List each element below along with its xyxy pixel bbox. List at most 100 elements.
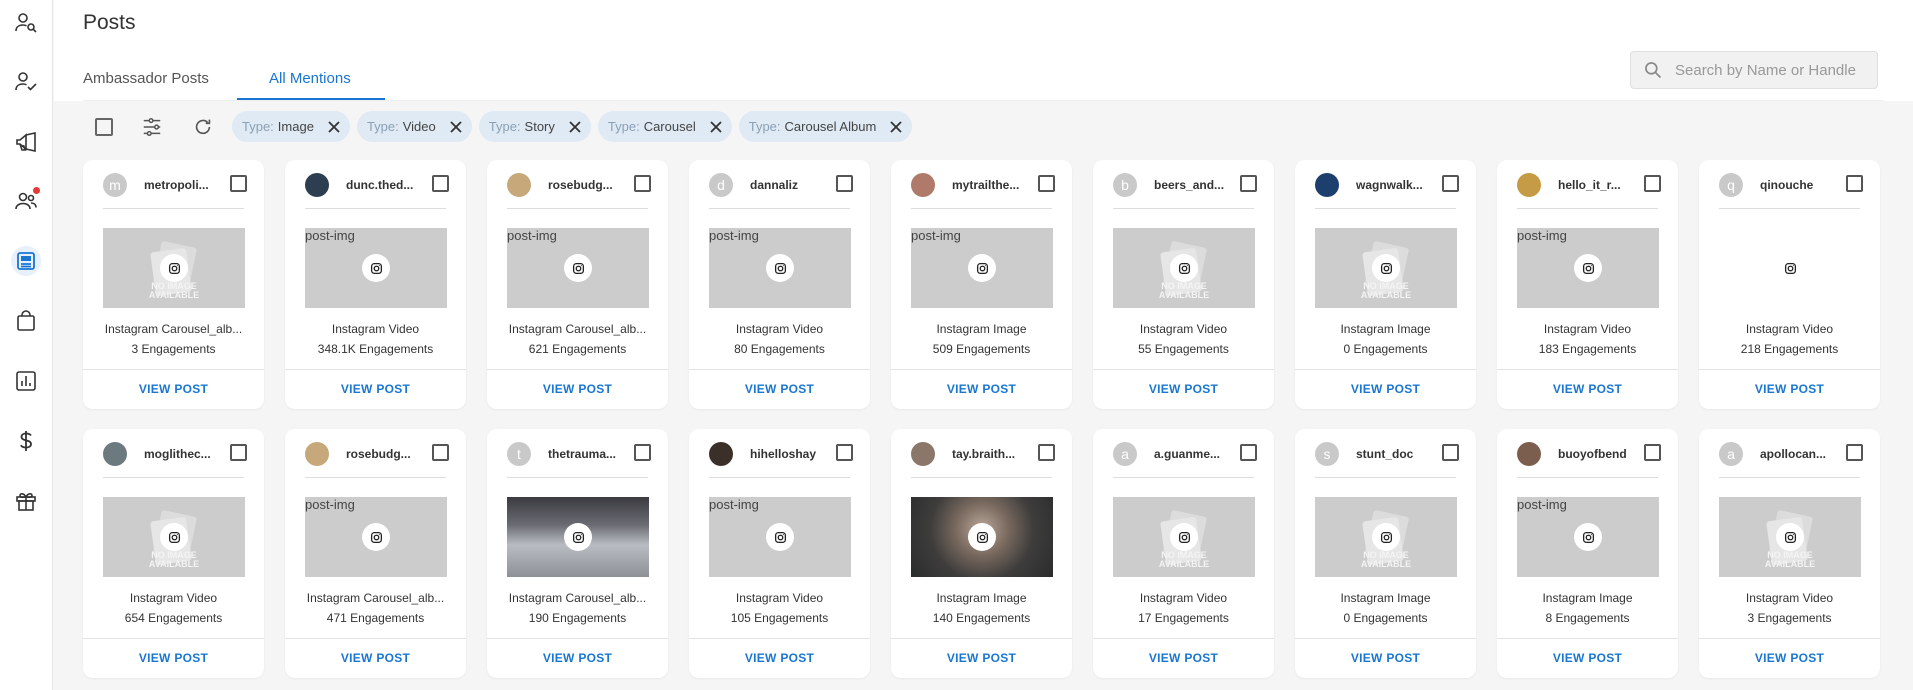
dollar-icon[interactable] — [11, 426, 41, 456]
person-check-icon[interactable] — [11, 67, 41, 97]
post-thumbnail[interactable]: NO IMAGE AVAILABLE — [1315, 228, 1457, 308]
instagram-icon — [1170, 523, 1198, 551]
post-select-checkbox[interactable] — [1442, 175, 1459, 192]
megaphone-icon[interactable] — [11, 127, 41, 157]
select-all-checkbox[interactable] — [95, 118, 113, 136]
bar-chart-icon[interactable] — [11, 366, 41, 396]
post-thumbnail[interactable]: post-img — [1517, 497, 1659, 577]
post-type: Instagram Video — [129, 591, 218, 605]
post-thumbnail[interactable]: NO IMAGE AVAILABLE — [1719, 497, 1861, 577]
post-select-checkbox[interactable] — [1846, 444, 1863, 461]
post-thumbnail[interactable]: NO IMAGE AVAILABLE — [103, 497, 245, 577]
view-post-button[interactable]: VIEW POST — [285, 382, 466, 396]
view-post-button[interactable]: VIEW POST — [1497, 382, 1678, 396]
gift-icon[interactable] — [11, 486, 41, 516]
view-post-button[interactable]: VIEW POST — [285, 651, 466, 665]
view-post-button[interactable]: VIEW POST — [1497, 651, 1678, 665]
post-select-checkbox[interactable] — [1240, 444, 1257, 461]
filter-chip-video[interactable]: Type: Video — [356, 111, 472, 142]
avatar: a — [1113, 441, 1137, 466]
post-select-checkbox[interactable] — [230, 175, 247, 192]
search-input[interactable] — [1675, 61, 1875, 79]
post-select-checkbox[interactable] — [1038, 175, 1055, 192]
card-footer-divider — [285, 638, 466, 639]
post-thumbnail[interactable]: post-img — [709, 228, 851, 308]
post-select-checkbox[interactable] — [836, 175, 853, 192]
post-thumbnail[interactable]: NO IMAGE AVAILABLE — [103, 228, 245, 308]
view-post-button[interactable]: VIEW POST — [487, 382, 668, 396]
post-card: mytrailthe... post-img Instagram Image 5… — [891, 160, 1072, 409]
view-post-button[interactable]: VIEW POST — [1093, 382, 1274, 396]
shopping-bag-icon[interactable] — [11, 306, 41, 336]
post-thumbnail[interactable]: post-img — [911, 228, 1053, 308]
filter-chip-carousel[interactable]: Type: Carousel — [597, 111, 732, 142]
broken-image-alt: post-img — [709, 228, 759, 243]
post-card: rosebudg... post-img Instagram Carousel_… — [285, 429, 466, 678]
close-icon[interactable] — [326, 119, 342, 135]
post-select-checkbox[interactable] — [1644, 175, 1661, 192]
post-thumbnail[interactable]: post-img — [507, 228, 649, 308]
post-thumbnail[interactable]: NO IMAGE AVAILABLE — [1113, 228, 1255, 308]
view-post-button[interactable]: VIEW POST — [1093, 651, 1274, 665]
card-footer-divider — [1497, 369, 1678, 370]
post-thumbnail[interactable] — [911, 497, 1053, 577]
post-type: Instagram Image — [936, 591, 1027, 605]
view-post-button[interactable]: VIEW POST — [1295, 651, 1476, 665]
chip-value: Carousel — [643, 119, 696, 134]
post-toolbar — [83, 110, 215, 144]
card-header: q qinouche — [1719, 172, 1863, 197]
post-thumbnail[interactable]: post-img — [709, 497, 851, 577]
close-icon[interactable] — [448, 119, 464, 135]
no-image-text: NO IMAGE AVAILABLE — [148, 281, 200, 300]
view-post-button[interactable]: VIEW POST — [689, 382, 870, 396]
post-card: a apollocan... NO IMAGE AVAILABLE Instagr… — [1699, 429, 1880, 678]
post-select-checkbox[interactable] — [1038, 444, 1055, 461]
avatar — [305, 172, 329, 197]
view-post-button[interactable]: VIEW POST — [1699, 382, 1880, 396]
card-header: a apollocan... — [1719, 441, 1863, 466]
card-footer-divider — [1699, 638, 1880, 639]
tab-all-mentions[interactable]: All Mentions — [269, 70, 351, 87]
post-select-checkbox[interactable] — [634, 175, 651, 192]
post-select-checkbox[interactable] — [432, 175, 449, 192]
filter-chip-carousel-album[interactable]: Type: Carousel Album — [738, 111, 913, 142]
view-post-button[interactable]: VIEW POST — [1295, 382, 1476, 396]
post-thumbnail[interactable] — [1719, 228, 1861, 308]
post-select-checkbox[interactable] — [1240, 175, 1257, 192]
post-thumbnail[interactable]: post-img — [305, 497, 447, 577]
post-thumbnail[interactable]: post-img — [305, 228, 447, 308]
view-post-button[interactable]: VIEW POST — [1699, 651, 1880, 665]
view-post-button[interactable]: VIEW POST — [83, 651, 264, 665]
view-post-button[interactable]: VIEW POST — [689, 651, 870, 665]
post-select-checkbox[interactable] — [1846, 175, 1863, 192]
person-search-icon[interactable] — [11, 8, 41, 38]
instagram-icon — [766, 523, 794, 551]
view-post-button[interactable]: VIEW POST — [83, 382, 264, 396]
post-thumbnail[interactable]: NO IMAGE AVAILABLE — [1315, 497, 1457, 577]
post-select-checkbox[interactable] — [1442, 444, 1459, 461]
card-footer-divider — [1295, 369, 1476, 370]
post-select-checkbox[interactable] — [230, 444, 247, 461]
filter-chip-story[interactable]: Type: Story — [478, 111, 591, 142]
view-post-button[interactable]: VIEW POST — [891, 651, 1072, 665]
engagement-count: 0 Engagements — [1343, 611, 1428, 625]
posts-icon[interactable] — [11, 246, 41, 276]
close-icon[interactable] — [888, 119, 904, 135]
post-select-checkbox[interactable] — [836, 444, 853, 461]
view-post-button[interactable]: VIEW POST — [891, 382, 1072, 396]
post-select-checkbox[interactable] — [634, 444, 651, 461]
tab-ambassador-posts[interactable]: Ambassador Posts — [83, 70, 209, 87]
post-select-checkbox[interactable] — [432, 444, 449, 461]
refresh-icon[interactable] — [191, 115, 215, 139]
post-select-checkbox[interactable] — [1644, 444, 1661, 461]
post-thumbnail[interactable]: NO IMAGE AVAILABLE — [1113, 497, 1255, 577]
post-thumbnail[interactable] — [507, 497, 649, 577]
post-thumbnail[interactable]: post-img — [1517, 228, 1659, 308]
close-icon[interactable] — [567, 119, 583, 135]
filter-chip-image[interactable]: Type: Image — [232, 111, 350, 142]
filter-settings-icon[interactable] — [140, 115, 164, 139]
search-box[interactable] — [1630, 51, 1878, 89]
close-icon[interactable] — [708, 119, 724, 135]
people-icon[interactable] — [11, 186, 41, 216]
view-post-button[interactable]: VIEW POST — [487, 651, 668, 665]
